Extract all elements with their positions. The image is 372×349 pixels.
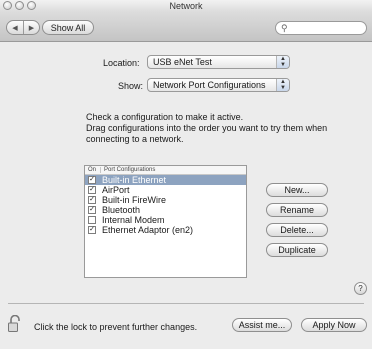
divider bbox=[8, 303, 364, 304]
port-configuration-row[interactable]: ✓ Bluetooth bbox=[85, 205, 246, 215]
port-configuration-row[interactable]: ✓ AirPort bbox=[85, 185, 246, 195]
window-title: Network bbox=[169, 1, 203, 11]
new-button[interactable]: New... bbox=[266, 183, 328, 197]
list-header: On Port Configurations bbox=[85, 166, 246, 175]
port-configuration-name: Built-in Ethernet bbox=[102, 175, 167, 185]
port-configurations-list[interactable]: On Port Configurations ✓ Built-in Etherne… bbox=[84, 165, 247, 278]
lock-icon[interactable] bbox=[8, 315, 22, 332]
column-header-port-configurations[interactable]: Port Configurations bbox=[100, 167, 155, 173]
active-checkbox[interactable]: ✓ bbox=[88, 196, 96, 204]
port-configuration-row[interactable]: ✓ Built-in Ethernet bbox=[85, 175, 246, 185]
location-popup[interactable]: USB eNet Test ▲ ▼ bbox=[147, 55, 290, 69]
port-configuration-name: Built-in FireWire bbox=[102, 195, 167, 205]
active-checkbox[interactable] bbox=[88, 216, 96, 224]
assist-me-button[interactable]: Assist me... bbox=[232, 318, 292, 332]
instructions-line: Drag configurations into the order you w… bbox=[86, 123, 328, 133]
column-header-on[interactable]: On bbox=[88, 167, 96, 173]
back-forward-control: ◀ ▶ bbox=[6, 20, 40, 35]
delete-button[interactable]: Delete... bbox=[266, 223, 328, 237]
port-configuration-row[interactable]: Internal Modem bbox=[85, 215, 246, 225]
location-value: USB eNet Test bbox=[153, 57, 212, 67]
show-label: Show: bbox=[118, 81, 144, 91]
popup-arrows-icon: ▲ ▼ bbox=[276, 56, 289, 68]
instructions: Check a configuration to make it active.… bbox=[86, 112, 336, 145]
apply-now-button[interactable]: Apply Now bbox=[301, 318, 367, 332]
search-icon: ⚲ bbox=[281, 23, 288, 33]
active-checkbox[interactable]: ✓ bbox=[88, 226, 96, 234]
port-configuration-row[interactable]: ✓ Ethernet Adaptor (en2) bbox=[85, 225, 246, 235]
location-label: Location: bbox=[103, 58, 140, 68]
port-configuration-name: Internal Modem bbox=[102, 215, 165, 225]
instructions-line: connecting to a network. bbox=[86, 134, 184, 144]
show-all-button[interactable]: Show All bbox=[42, 20, 94, 35]
show-popup[interactable]: Network Port Configurations ▲ ▼ bbox=[147, 78, 290, 92]
lock-message: Click the lock to prevent further change… bbox=[34, 322, 198, 332]
port-configuration-row[interactable]: ✓ Built-in FireWire bbox=[85, 195, 246, 205]
title-bar: Network bbox=[0, 0, 372, 12]
help-button[interactable]: ? bbox=[354, 282, 367, 295]
system-preferences-window: Network ◀ ▶ Show All ⚲ Location: USB eNe… bbox=[0, 0, 372, 349]
port-configuration-name: Bluetooth bbox=[102, 205, 141, 215]
active-checkbox[interactable]: ✓ bbox=[88, 176, 96, 184]
toolbar: ◀ ▶ Show All ⚲ bbox=[0, 12, 372, 42]
back-button[interactable]: ◀ bbox=[7, 21, 23, 34]
port-configuration-name: Ethernet Adaptor (en2) bbox=[102, 225, 194, 235]
rename-button[interactable]: Rename bbox=[266, 203, 328, 217]
search-input[interactable]: ⚲ bbox=[275, 21, 367, 35]
active-checkbox[interactable]: ✓ bbox=[88, 186, 96, 194]
forward-button[interactable]: ▶ bbox=[23, 21, 39, 34]
instructions-line: Check a configuration to make it active. bbox=[86, 112, 244, 122]
popup-arrows-icon: ▲ ▼ bbox=[276, 79, 289, 91]
port-configuration-name: AirPort bbox=[102, 185, 130, 195]
active-checkbox[interactable]: ✓ bbox=[88, 206, 96, 214]
duplicate-button[interactable]: Duplicate bbox=[266, 243, 328, 257]
show-value: Network Port Configurations bbox=[153, 80, 266, 90]
